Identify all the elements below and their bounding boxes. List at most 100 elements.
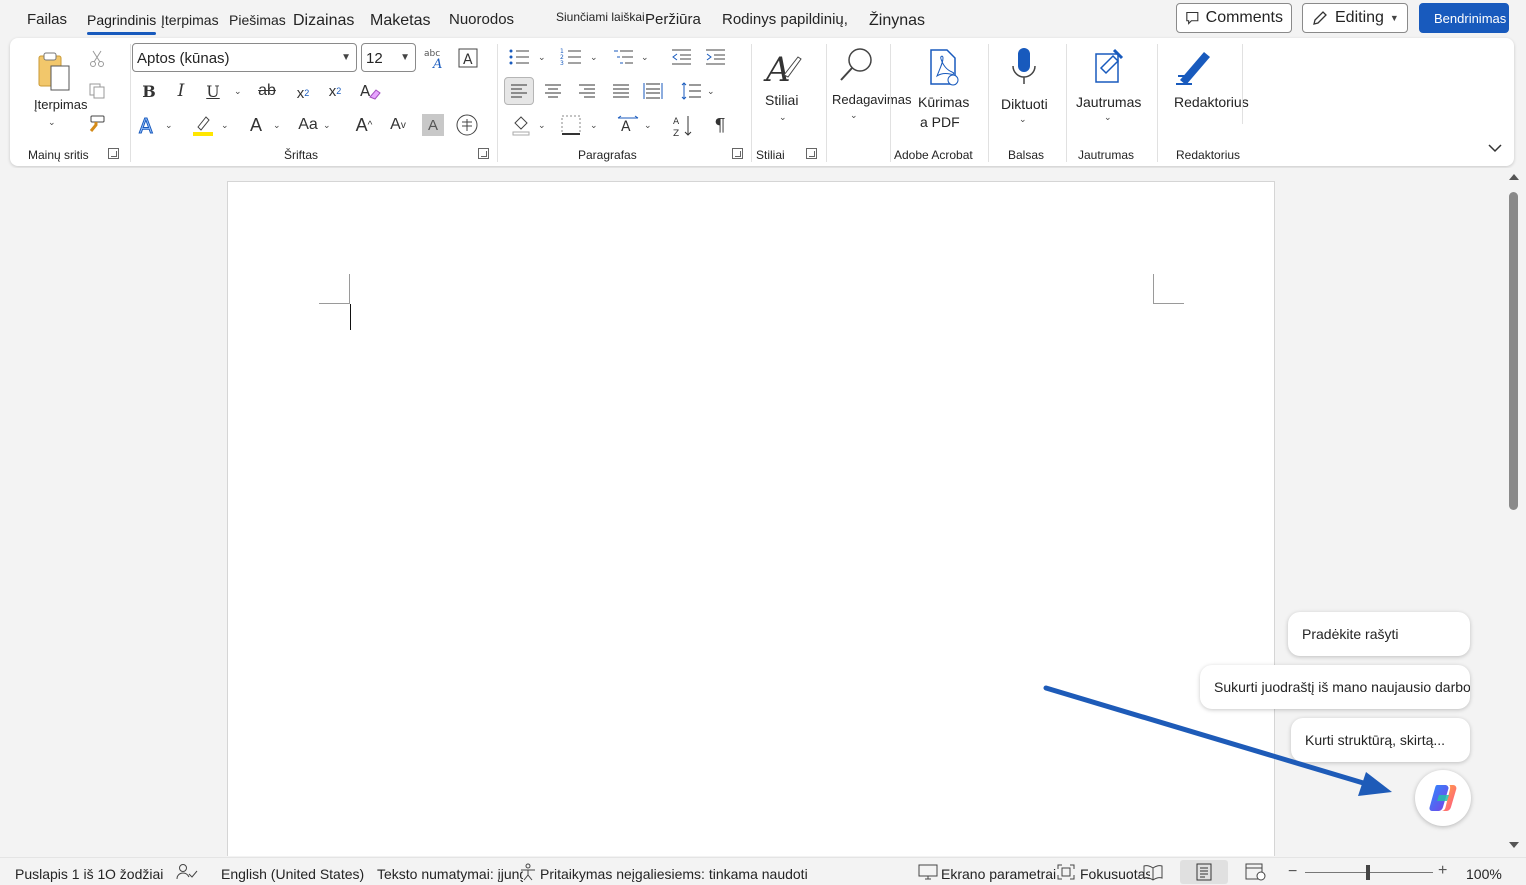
copilot-suggestion-outline[interactable]: Kurti struktūrą, skirtą... — [1291, 718, 1470, 762]
text-direction-button[interactable]: A — [614, 112, 642, 138]
tab-references[interactable]: Nuorodos — [449, 11, 514, 28]
justify-button[interactable] — [608, 78, 634, 104]
align-right-button[interactable] — [574, 78, 600, 104]
paste-chevron-icon[interactable]: ⌄ — [48, 117, 56, 128]
shading-chevron-icon[interactable]: ⌄ — [538, 120, 546, 131]
dictate-button[interactable] — [1004, 44, 1044, 90]
highlight-button[interactable] — [190, 112, 216, 138]
read-mode-icon[interactable] — [1143, 863, 1163, 881]
web-layout-icon[interactable] — [1245, 863, 1267, 881]
underline-icon[interactable]: U — [202, 78, 224, 104]
zoom-in-icon[interactable]: + — [1438, 862, 1447, 880]
bullets-button[interactable] — [506, 44, 532, 70]
scroll-down-icon[interactable] — [1508, 840, 1520, 850]
superscript-icon[interactable]: x2 — [324, 78, 346, 104]
font-size-select[interactable]: 12 ▼ — [361, 43, 416, 72]
font-name-select[interactable]: Aptos (kūnas) ▼ — [132, 43, 357, 72]
display-settings-button[interactable]: Ekrano parametrai — [941, 866, 1056, 882]
copilot-suggestion-draft[interactable]: Sukurti juodraštį iš mano naujausio darb… — [1200, 665, 1470, 709]
tab-view[interactable]: Rodinys papildinių, — [722, 11, 848, 28]
language-indicator[interactable]: English (United States) — [221, 866, 364, 882]
enclose-characters-button[interactable] — [454, 112, 480, 138]
create-pdf-button[interactable] — [922, 46, 966, 90]
bullets-chevron-icon[interactable]: ⌄ — [538, 52, 546, 63]
editing-mode-button[interactable]: Editing ▼ — [1302, 3, 1408, 33]
focus-mode-button[interactable]: Fokusuotas — [1080, 866, 1150, 882]
distributed-button[interactable] — [640, 78, 666, 104]
print-layout-view-button[interactable] — [1180, 860, 1228, 884]
highlight-chevron-icon[interactable]: ⌄ — [221, 120, 229, 131]
tab-file[interactable]: Failas — [27, 11, 67, 28]
shrink-font-icon[interactable]: Av — [386, 112, 410, 138]
font-color-chevron-icon[interactable]: ⌄ — [273, 120, 281, 131]
zoom-level[interactable]: 100% — [1466, 866, 1502, 882]
copilot-suggestion-start-writing[interactable]: Pradėkite rašyti — [1288, 612, 1470, 656]
line-spacing-chevron-icon[interactable]: ⌄ — [707, 86, 715, 97]
proofing-icon[interactable] — [176, 863, 198, 881]
tab-home[interactable]: Pagrindinis — [87, 12, 157, 35]
sensitivity-chevron-icon[interactable]: ⌄ — [1104, 112, 1112, 123]
strikethrough-icon[interactable]: ab — [254, 78, 280, 104]
paste-button[interactable] — [30, 46, 78, 98]
accessibility-status[interactable]: Pritaikymas neįgaliesiems: tinkama naudo… — [540, 866, 808, 882]
line-spacing-button[interactable] — [678, 78, 704, 104]
decrease-indent-button[interactable] — [668, 44, 694, 70]
styles-chevron-icon[interactable]: ⌄ — [779, 112, 787, 123]
editing-button[interactable] — [834, 44, 878, 86]
tab-review[interactable]: Peržiūra — [645, 11, 701, 28]
tab-design[interactable]: Dizainas — [293, 12, 354, 30]
font-launcher-icon[interactable] — [478, 148, 489, 159]
text-direction-chevron-icon[interactable]: ⌄ — [644, 120, 652, 131]
change-case-chevron-icon[interactable]: ⌄ — [323, 120, 331, 131]
tab-layout[interactable]: Maketas — [370, 12, 430, 30]
editor-button[interactable] — [1170, 44, 1218, 90]
cut-button[interactable] — [86, 48, 108, 70]
subscript-icon[interactable]: x2 — [292, 80, 314, 106]
tab-draw[interactable]: Piešimas — [229, 12, 286, 28]
styles-launcher-icon[interactable] — [806, 148, 817, 159]
tab-insert[interactable]: Įterpimas — [161, 12, 219, 28]
character-shading-icon[interactable]: A — [422, 114, 444, 136]
paragraph-launcher-icon[interactable] — [732, 148, 743, 159]
text-effects-button[interactable]: A — [136, 112, 160, 138]
scroll-thumb[interactable] — [1509, 192, 1518, 510]
tab-help[interactable]: Žinynas — [869, 12, 925, 30]
increase-indent-button[interactable] — [702, 44, 728, 70]
show-formatting-marks-icon[interactable]: ¶ — [708, 112, 732, 138]
grow-font-icon[interactable]: A ^ — [352, 112, 376, 138]
borders-chevron-icon[interactable]: ⌄ — [590, 120, 598, 131]
ribbon-collapse-button[interactable] — [1484, 138, 1506, 158]
document-page[interactable] — [227, 181, 1275, 856]
underline-chevron-icon[interactable]: ⌄ — [234, 86, 242, 97]
copy-button[interactable] — [86, 80, 108, 102]
zoom-slider-thumb[interactable] — [1366, 865, 1370, 880]
styles-button[interactable]: A — [760, 44, 806, 88]
clear-formatting-button[interactable]: A — [358, 78, 382, 104]
sensitivity-button[interactable] — [1088, 44, 1132, 88]
comments-button[interactable]: Comments — [1176, 3, 1292, 33]
align-left-button[interactable] — [504, 77, 534, 105]
editing-chevron-icon[interactable]: ⌄ — [850, 110, 858, 121]
shading-button[interactable] — [508, 112, 534, 138]
spelling-button[interactable]: abc A — [422, 46, 448, 70]
text-effects-chevron-icon[interactable]: ⌄ — [165, 120, 173, 131]
scroll-up-icon[interactable] — [1508, 172, 1520, 182]
align-center-button[interactable] — [540, 78, 566, 104]
numbering-button[interactable]: 123 — [558, 44, 584, 70]
tab-mailings[interactable]: Siunčiami laiškai — [556, 10, 645, 24]
text-predictions-status[interactable]: Teksto numatymai: įjungta — [377, 866, 523, 882]
vertical-scrollbar[interactable] — [1506, 168, 1526, 856]
multilevel-list-button[interactable] — [610, 44, 636, 70]
sort-button[interactable]: AZ — [670, 112, 696, 140]
format-painter-button[interactable] — [86, 112, 108, 134]
page-count[interactable]: Puslapis 1 iš 1 — [15, 866, 105, 882]
numbering-chevron-icon[interactable]: ⌄ — [590, 52, 598, 63]
borders-button[interactable] — [558, 112, 584, 138]
share-button[interactable]: Bendrinimas — [1419, 3, 1509, 33]
change-case-icon[interactable]: Aa — [294, 112, 322, 138]
italic-icon[interactable]: I — [170, 78, 192, 104]
bold-icon[interactable]: B — [138, 78, 160, 104]
clipboard-launcher-icon[interactable] — [108, 148, 119, 159]
copilot-button[interactable] — [1415, 770, 1471, 826]
multilevel-chevron-icon[interactable]: ⌄ — [641, 52, 649, 63]
